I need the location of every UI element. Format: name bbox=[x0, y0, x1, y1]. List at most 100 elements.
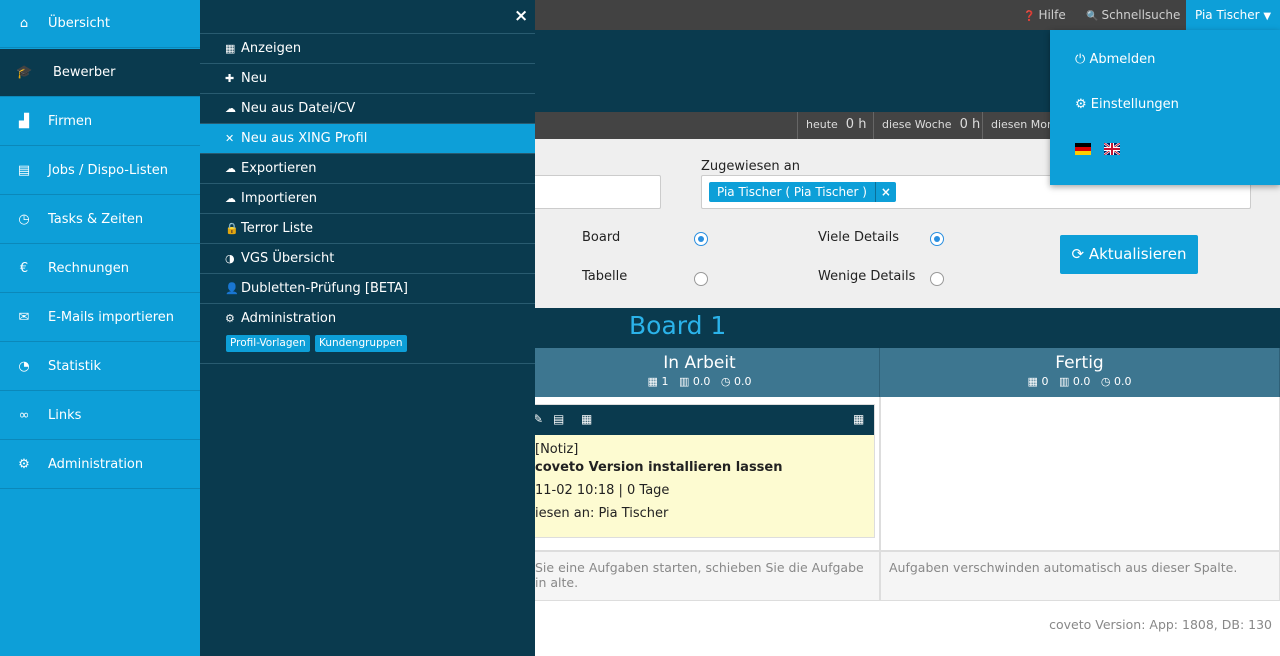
submenu-item-show[interactable]: ▦ Anzeigen bbox=[200, 33, 535, 63]
table-icon: ▦ bbox=[225, 42, 236, 55]
sidebar-item-administration[interactable]: ⚙ Administration bbox=[0, 441, 200, 489]
submenu-item-new-from-xing[interactable]: ✕ Neu aus XING Profil bbox=[200, 123, 535, 153]
book-icon[interactable]: ▤ bbox=[553, 412, 564, 426]
logout-label: Abmelden bbox=[1089, 52, 1156, 67]
column-stats: ▦ 1 ▥ 0.0 ◷ 0.0 bbox=[520, 375, 879, 388]
sidebar-item-label: Rechnungen bbox=[48, 261, 130, 276]
gear-icon: ⚙ bbox=[1075, 97, 1087, 112]
column-header-done: Fertig ▦ 0 ▥ 0.0 ◷ 0.0 bbox=[880, 348, 1280, 397]
factory-icon: ▟ bbox=[19, 114, 29, 129]
sidebar-item-label: Bewerber bbox=[53, 65, 116, 80]
time-month: diesen Mona bbox=[982, 112, 1061, 139]
sidebar-item-jobs[interactable]: ▤ Jobs / Dispo-Listen bbox=[0, 147, 200, 195]
refresh-icon: ⟳ bbox=[1071, 245, 1085, 263]
quick-search-label: Schnellsuche bbox=[1101, 8, 1181, 22]
home-icon: ⌂ bbox=[19, 16, 29, 31]
clock-icon: ◷ bbox=[1100, 375, 1111, 388]
cloud-download-icon: ☁ bbox=[225, 162, 236, 175]
column-header-in-progress: In Arbeit ▦ 1 ▥ 0.0 ◷ 0.0 bbox=[520, 348, 880, 397]
plus-icon: ✚ bbox=[225, 72, 235, 85]
column-body-done bbox=[880, 397, 1280, 551]
refresh-label: Aktualisieren bbox=[1088, 245, 1187, 263]
column-stat1: 0.0 bbox=[692, 375, 711, 388]
uk-flag-icon[interactable] bbox=[1104, 143, 1120, 155]
version-text: coveto Version: App: 1808, DB: 130 bbox=[1049, 617, 1272, 632]
logout-item[interactable]: ⏻ Abmelden bbox=[1075, 52, 1155, 67]
column-stat1: 0.0 bbox=[1072, 375, 1091, 388]
filter-input[interactable] bbox=[520, 175, 661, 209]
detail-many-radio[interactable] bbox=[930, 232, 944, 246]
lock-icon: 🔒 bbox=[225, 222, 239, 235]
submenu-item-terror-list[interactable]: 🔒 Terror Liste bbox=[200, 213, 535, 243]
settings-item[interactable]: ⚙ Einstellungen bbox=[1075, 97, 1179, 112]
envelope-icon: ✉ bbox=[18, 310, 30, 325]
sidebar-item-label: Statistik bbox=[48, 359, 102, 374]
sidebar-item-invoices[interactable]: € Rechnungen bbox=[0, 245, 200, 293]
graduation-cap-icon: 🎓 bbox=[16, 65, 33, 80]
detail-many-label: Viele Details bbox=[818, 230, 900, 245]
view-board-label: Board bbox=[582, 230, 621, 245]
user-menu-button[interactable]: Pia Tischer ▼ bbox=[1186, 0, 1280, 30]
view-table-radio[interactable] bbox=[694, 272, 708, 286]
column-stat2: 0.0 bbox=[1113, 375, 1132, 388]
submenu-item-duplicate-check[interactable]: 👤 Dubletten-Prüfung [BETA] bbox=[200, 273, 535, 303]
help-label: Hilfe bbox=[1038, 8, 1066, 22]
time-today: heute 0 h bbox=[797, 112, 866, 139]
quick-search-link[interactable]: 🔍 Schnellsuche bbox=[1086, 0, 1180, 30]
submenu-item-administration[interactable]: ⚙ Administration bbox=[200, 303, 535, 333]
sidebar-item-label: E-Mails importieren bbox=[48, 310, 175, 325]
view-table-label: Tabelle bbox=[582, 269, 628, 284]
submenu-item-vgs-overview[interactable]: ◑ VGS Übersicht bbox=[200, 243, 535, 273]
sidebar-item-applicants[interactable]: 🎓 Bewerber bbox=[0, 49, 200, 97]
assigned-tag: Pia Tischer ( Pia Tischer ) × bbox=[709, 182, 896, 202]
submenu-item-label: VGS Übersicht bbox=[241, 251, 335, 266]
refresh-button[interactable]: ⟳ Aktualisieren bbox=[1060, 235, 1198, 274]
task-card[interactable]: ✎ ▤ ▦ ▦ [Notiz] coveto Version installie… bbox=[520, 404, 875, 538]
column-name: Fertig bbox=[1055, 353, 1104, 373]
sidebar-item-links[interactable]: ∞ Links bbox=[0, 392, 200, 440]
sidebar-item-tasks[interactable]: ◷ Tasks & Zeiten bbox=[0, 196, 200, 244]
detail-few-radio[interactable] bbox=[930, 272, 944, 286]
detail-few-label: Wenige Details bbox=[818, 269, 916, 284]
sidebar-item-import-mails[interactable]: ✉ E-Mails importieren bbox=[0, 294, 200, 342]
card-type: [Notiz] bbox=[535, 442, 579, 457]
german-flag-icon[interactable] bbox=[1075, 143, 1091, 155]
submenu-item-label: Administration bbox=[241, 311, 337, 326]
view-board-radio[interactable] bbox=[694, 232, 708, 246]
help-link[interactable]: ❓ Hilfe bbox=[1023, 0, 1066, 30]
time-week: diese Woche 0 h bbox=[873, 112, 980, 139]
submenu-item-label: Anzeigen bbox=[241, 41, 302, 56]
submenu-item-label: Dubletten-Prüfung [BETA] bbox=[241, 281, 408, 296]
close-icon[interactable]: × bbox=[514, 6, 528, 26]
sidebar-item-statistics[interactable]: ◔ Statistik bbox=[0, 343, 200, 391]
grid-icon[interactable]: ▦ bbox=[853, 412, 864, 426]
submenu-item-label: Neu aus XING Profil bbox=[241, 131, 368, 146]
cloud-upload-icon: ☁ bbox=[225, 102, 236, 115]
cloud-upload-icon: ☁ bbox=[225, 192, 236, 205]
card-assigned: iesen an: Pia Tischer bbox=[535, 506, 669, 521]
submenu-item-new-from-cv[interactable]: ☁ Neu aus Datei/CV bbox=[200, 93, 535, 123]
tag-remove-icon[interactable]: × bbox=[874, 182, 896, 202]
submenu-item-label: Importieren bbox=[241, 191, 318, 206]
column-name: In Arbeit bbox=[663, 353, 736, 373]
newspaper-icon: ▤ bbox=[17, 163, 31, 178]
clock-icon: ◷ bbox=[720, 375, 731, 388]
search-icon: 🔍 bbox=[1086, 11, 1099, 22]
sidebar-item-label: Administration bbox=[48, 457, 144, 472]
table-icon[interactable]: ▦ bbox=[581, 412, 592, 426]
submenu-item-new[interactable]: ✚ Neu bbox=[200, 63, 535, 93]
card-toolbar: ✎ ▤ ▦ ▦ bbox=[521, 405, 874, 435]
user-times-icon: 👤 bbox=[225, 282, 239, 295]
submenu-item-export[interactable]: ☁ Exportieren bbox=[200, 153, 535, 183]
power-icon: ⏻ bbox=[1075, 52, 1086, 67]
time-today-value: 0 h bbox=[845, 117, 867, 132]
submenu-item-import[interactable]: ☁ Importieren bbox=[200, 183, 535, 213]
profile-templates-link[interactable]: Profil-Vorlagen bbox=[226, 335, 310, 352]
question-icon: ❓ bbox=[1023, 11, 1036, 22]
submenu-item-label: Neu bbox=[241, 71, 267, 86]
customer-groups-link[interactable]: Kundengruppen bbox=[315, 335, 407, 352]
map-icon: ▥ bbox=[678, 375, 690, 388]
user-name: Pia Tischer bbox=[1195, 8, 1260, 22]
sidebar-item-companies[interactable]: ▟ Firmen bbox=[0, 98, 200, 146]
sidebar-item-overview[interactable]: ⌂ Übersicht bbox=[0, 0, 200, 48]
